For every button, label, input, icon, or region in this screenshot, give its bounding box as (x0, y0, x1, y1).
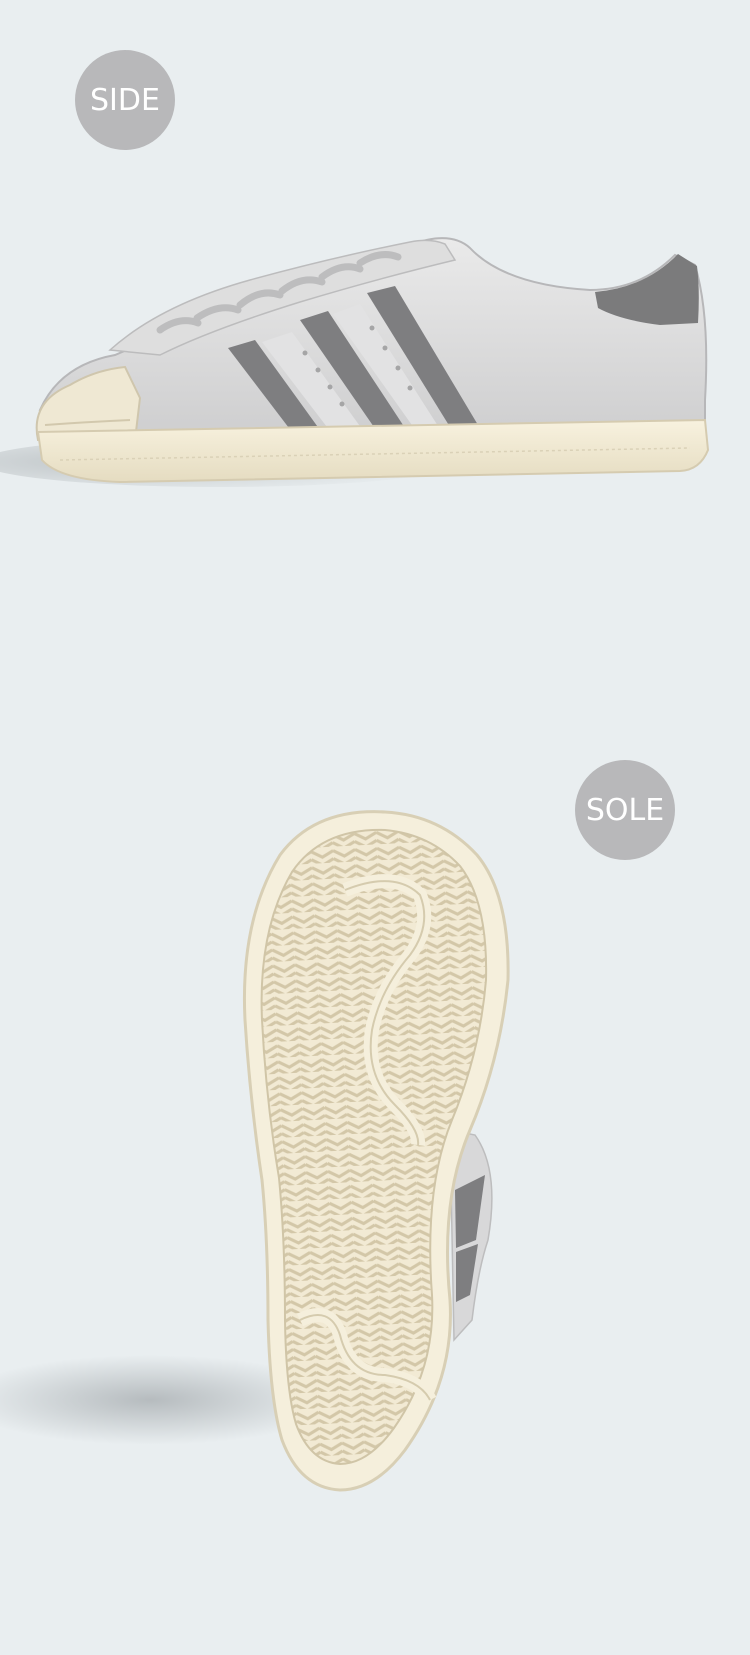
product-gallery: SIDE SOLE (0, 0, 750, 1655)
side-view-label: SIDE (90, 82, 160, 118)
shoe-side-view-image (0, 237, 710, 487)
side-midsole (36, 418, 710, 484)
shoe-sole-view-image (0, 810, 510, 1492)
shell-toe (35, 365, 142, 441)
side-view-badge: SIDE (75, 50, 175, 150)
